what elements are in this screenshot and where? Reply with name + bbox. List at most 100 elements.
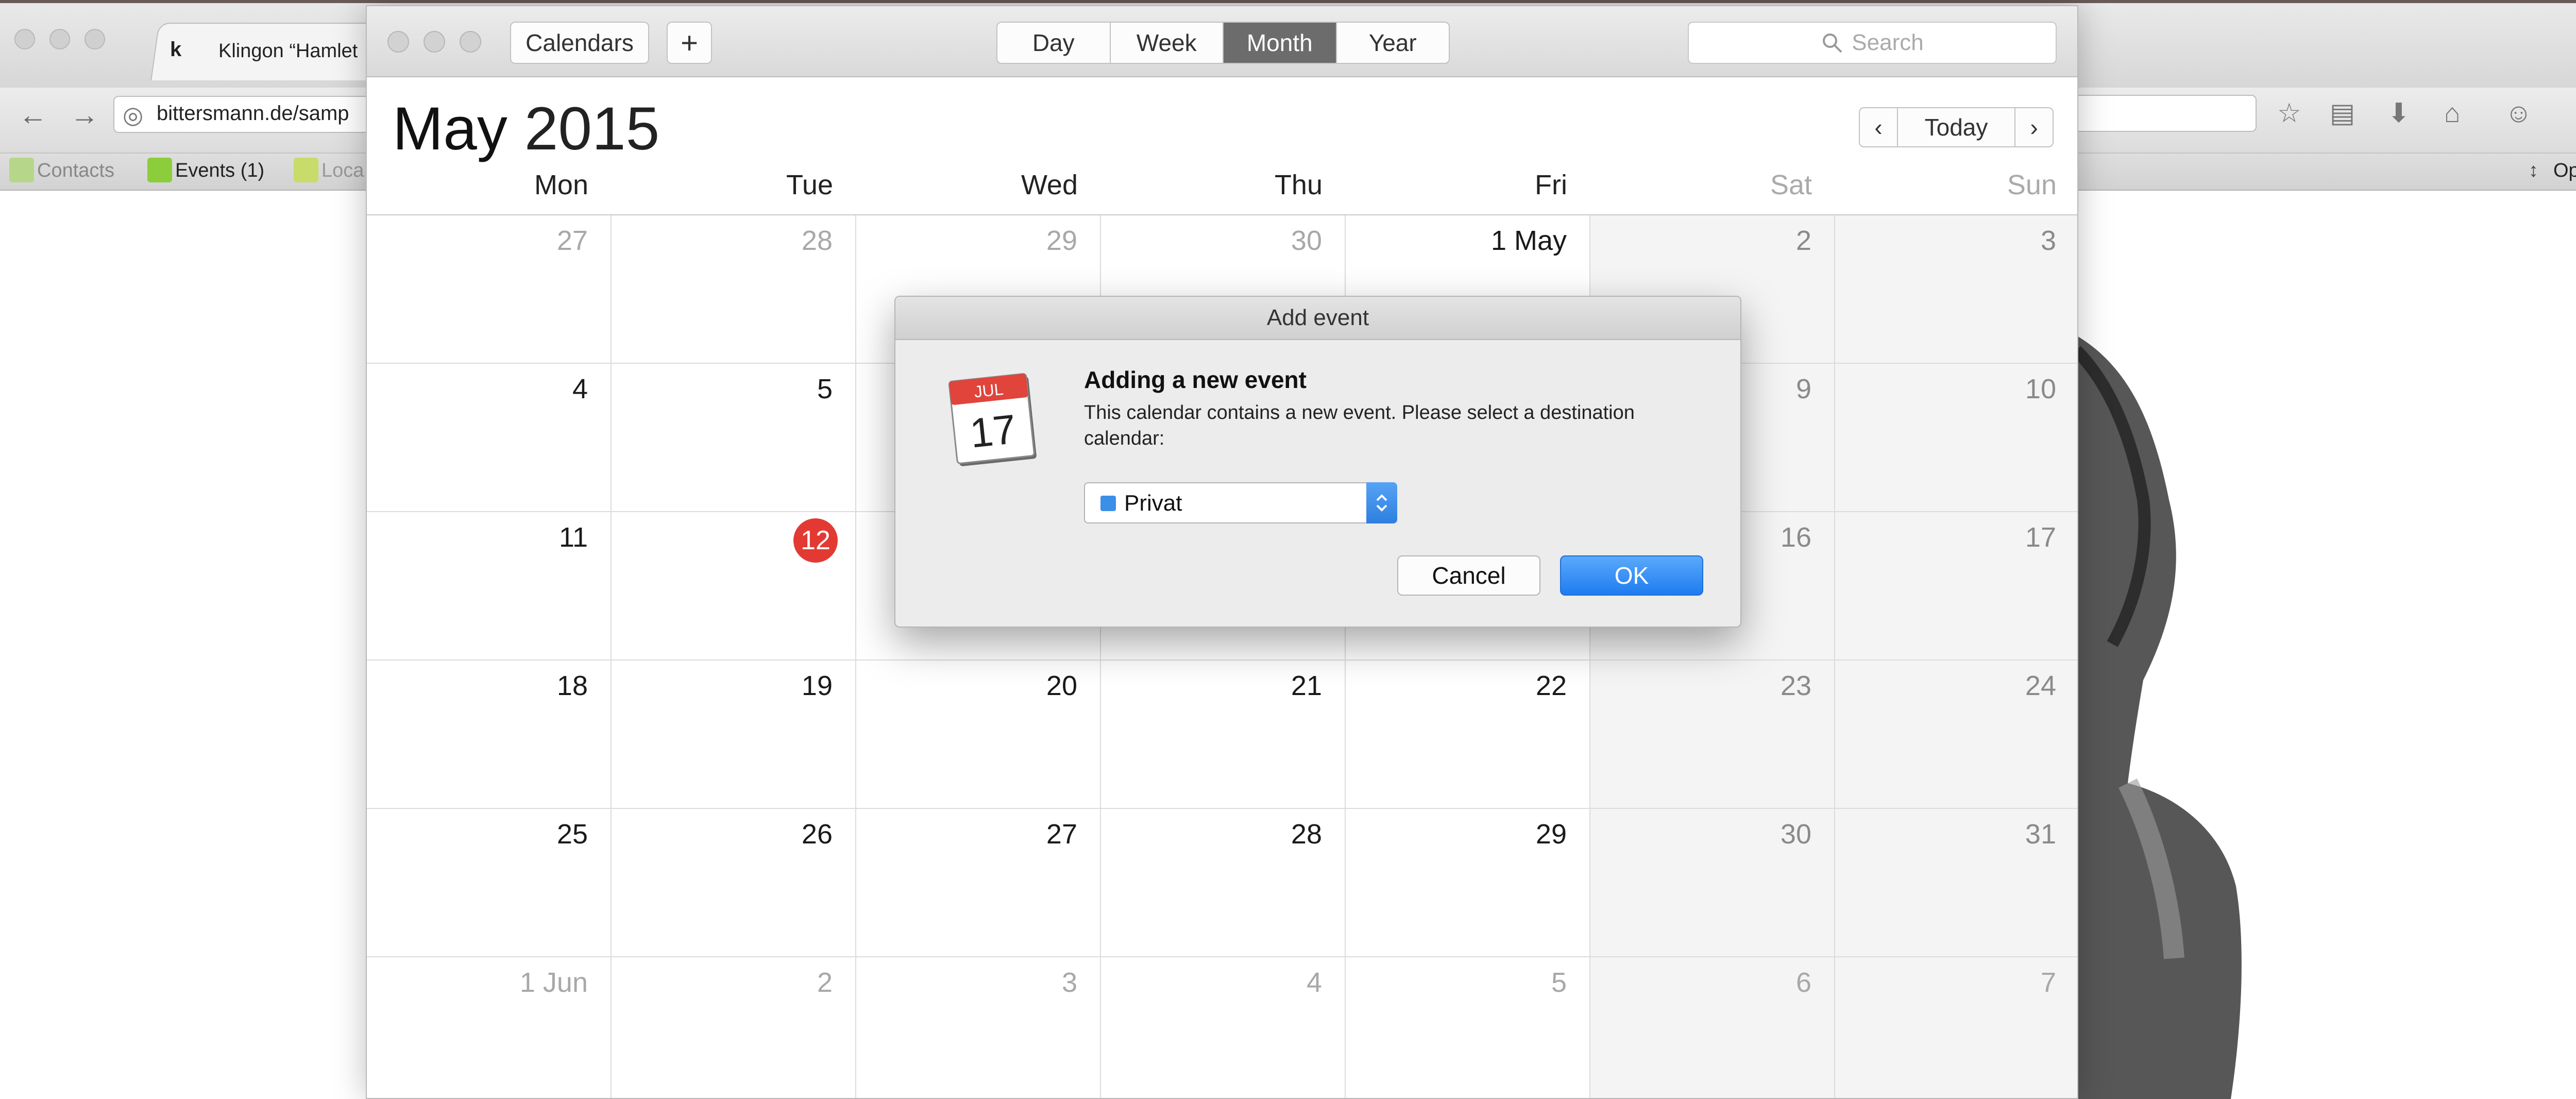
day-number: 20 (1046, 670, 1077, 701)
next-month-button[interactable]: › (2014, 107, 2054, 147)
day-cell[interactable]: 26 (612, 809, 856, 957)
forward-arrow-icon[interactable]: → (70, 98, 99, 131)
browser-minimize-button[interactable] (49, 29, 70, 49)
day-cell[interactable]: 6 (1590, 957, 1835, 1098)
reading-list-icon[interactable]: ▤ (2330, 98, 2355, 129)
calendar-zoom-button[interactable] (460, 31, 481, 53)
chat-icon[interactable]: ☺ (2505, 98, 2532, 129)
day-number: 7 (2040, 967, 2056, 998)
dialog-title: Add event (895, 297, 1740, 340)
url-text[interactable]: bittersmann.de/samp (157, 102, 349, 125)
bookmark-star-icon[interactable]: ☆ (2277, 98, 2301, 129)
day-cell[interactable]: 10 (1835, 364, 2077, 512)
icon-day-text: 17 (968, 406, 1018, 456)
weekday-label: Wed (1021, 170, 1078, 200)
tab-week[interactable]: Week (1111, 23, 1224, 63)
day-cell[interactable]: 17 (1835, 512, 2077, 661)
calendar-select[interactable]: Privat (1084, 482, 1397, 523)
day-number: 6 (1795, 967, 1811, 998)
events-icon (147, 158, 172, 182)
day-cell[interactable]: 25 (367, 809, 612, 957)
day-number: 28 (1291, 819, 1322, 850)
day-cell[interactable]: 5 (612, 364, 856, 512)
day-number: 1 May (1490, 225, 1567, 256)
day-cell[interactable]: 27 (367, 215, 612, 364)
weekday-header: Mon Tue Wed Thu Fri Sat Sun (367, 169, 2077, 221)
day-cell[interactable]: 1 Jun (367, 957, 612, 1098)
home-icon[interactable]: ⌂ (2444, 98, 2460, 129)
view-segmented-control: Day Week Month Year (996, 22, 1450, 64)
day-cell[interactable]: 30 (1590, 809, 1835, 957)
day-cell[interactable]: 28 (1101, 809, 1346, 957)
day-number: 31 (2025, 819, 2056, 850)
day-cell[interactable]: 12 (612, 512, 856, 661)
search-icon (1823, 33, 1842, 53)
day-cell[interactable]: 3 (1835, 215, 2077, 364)
weekday-label: Mon (534, 170, 588, 200)
weekday-label: Tue (786, 170, 833, 200)
globe-icon: ◎ (123, 102, 144, 128)
calendars-button[interactable]: Calendars (510, 22, 649, 64)
options-button[interactable]: Options (2553, 160, 2576, 182)
day-number: 28 (801, 225, 833, 256)
browser-tab-title[interactable]: Klingon “Hamlet (218, 40, 358, 62)
calendar-select-value: Privat (1124, 491, 1182, 516)
day-cell[interactable]: 7 (1835, 957, 2077, 1098)
ok-button[interactable]: OK (1560, 555, 1703, 596)
tab-day[interactable]: Day (997, 23, 1111, 63)
day-number: 2 (1795, 225, 1811, 256)
previous-month-button[interactable]: ‹ (1859, 107, 1898, 147)
day-cell[interactable]: 4 (367, 364, 612, 512)
day-cell[interactable]: 3 (856, 957, 1101, 1098)
day-number: 10 (2025, 374, 2056, 404)
bookmark-events[interactable]: Events (1) (175, 160, 264, 182)
day-cell[interactable]: 27 (856, 809, 1101, 957)
tab-month[interactable]: Month (1224, 23, 1337, 63)
day-cell[interactable]: 11 (367, 512, 612, 661)
back-arrow-icon[interactable]: ← (19, 98, 47, 131)
calendar-toolbar: Calendars + Day Week Month Year Search (367, 6, 2077, 77)
day-number: 30 (1780, 819, 1811, 850)
calendar-minimize-button[interactable] (423, 31, 445, 53)
add-event-dialog: Add event JUL 17 Adding a new event This… (894, 296, 1741, 628)
day-cell[interactable]: 4 (1101, 957, 1346, 1098)
day-cell[interactable]: 29 (1346, 809, 1590, 957)
day-cell[interactable]: 28 (612, 215, 856, 364)
cancel-button[interactable]: Cancel (1397, 555, 1540, 596)
today-date-badge: 12 (793, 518, 838, 563)
day-cell[interactable]: 19 (612, 661, 856, 809)
day-cell[interactable]: 20 (856, 661, 1101, 809)
day-cell[interactable]: 31 (1835, 809, 2077, 957)
calendar-search-field[interactable]: Search (1688, 22, 2057, 64)
tab-year[interactable]: Year (1337, 23, 1449, 63)
day-cell[interactable]: 5 (1346, 957, 1590, 1098)
day-cell[interactable]: 24 (1835, 661, 2077, 809)
add-event-button[interactable]: + (667, 22, 712, 64)
today-button[interactable]: Today (1898, 107, 2014, 147)
day-cell[interactable]: 22 (1346, 661, 1590, 809)
day-number: 29 (1046, 225, 1077, 256)
download-icon[interactable]: ⬇ (2387, 98, 2410, 129)
browser-search-field[interactable] (2066, 95, 2257, 132)
select-stepper-icon[interactable] (1366, 482, 1397, 523)
month-title: May 2015 (393, 94, 659, 164)
day-cell[interactable]: 2 (612, 957, 856, 1098)
day-cell[interactable]: 18 (367, 661, 612, 809)
day-number: 26 (801, 819, 833, 850)
day-number: 3 (2040, 225, 2056, 256)
contacts-icon (9, 158, 34, 182)
bookmark-location[interactable]: Loca (321, 160, 364, 182)
tab-favicon-icon: k (170, 38, 182, 61)
browser-close-button[interactable] (14, 29, 35, 49)
weekday-label: Sun (2007, 170, 2057, 200)
browser-zoom-button[interactable] (84, 29, 105, 49)
bookmark-contacts[interactable]: Contacts (37, 160, 114, 182)
chevron-right-icon: › (2030, 114, 2038, 141)
day-number: 1 Jun (519, 967, 588, 998)
day-number: 2 (817, 967, 833, 998)
chevron-left-icon: ‹ (1874, 114, 1883, 141)
day-cell[interactable]: 21 (1101, 661, 1346, 809)
day-cell[interactable]: 23 (1590, 661, 1835, 809)
icon-month-text: JUL (973, 380, 1004, 401)
calendar-close-button[interactable] (387, 31, 409, 53)
